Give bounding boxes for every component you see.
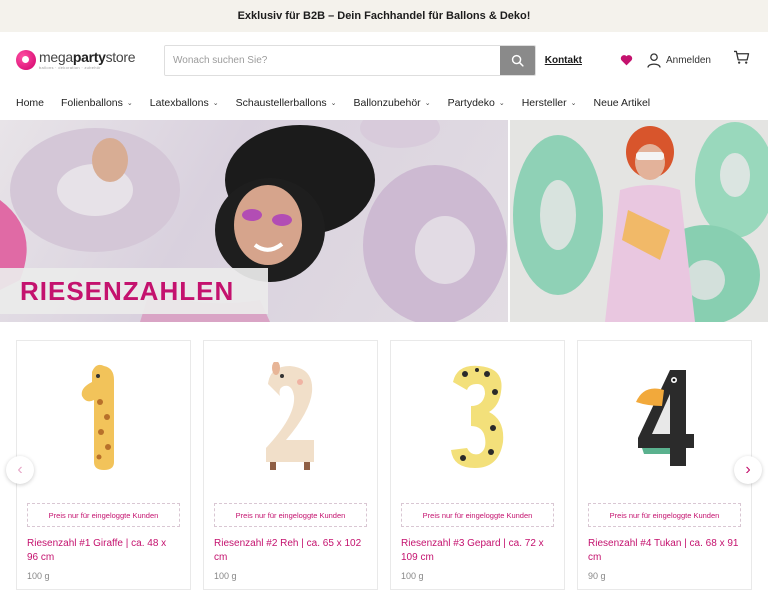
price-login-note[interactable]: Preis nur für eingeloggte Kunden — [401, 503, 554, 527]
announcement-bar: Exklusiv für B2B – Dein Fachhandel für B… — [0, 0, 768, 32]
product-card[interactable]: Preis nur für eingeloggte Kunden Riesenz… — [203, 340, 378, 590]
product-title[interactable]: Riesenzahl #4 Tukan | ca. 68 x 91 cm — [588, 537, 741, 565]
main-nav: Home Folienballons ⌄ Latexballons ⌄ Schaus… — [0, 88, 768, 118]
logo-balloon-icon — [16, 50, 36, 70]
chevron-down-icon: ⌄ — [330, 100, 337, 107]
chevron-left-icon: ‹ — [17, 461, 23, 478]
search-button[interactable] — [500, 46, 535, 75]
nav-item-neue-artikel[interactable]: Neue Artikel — [594, 97, 651, 109]
hero-banner[interactable]: RIESENZAHLEN — [0, 120, 768, 322]
product-card[interactable]: Preis nur für eingeloggte Kunden Riesenz… — [577, 340, 752, 590]
chevron-down-icon: ⌄ — [570, 100, 577, 107]
search-bar — [164, 45, 536, 76]
price-login-note[interactable]: Preis nur für eingeloggte Kunden — [588, 503, 741, 527]
product-card[interactable]: Preis nur für eingeloggte Kunden Riesenz… — [16, 340, 191, 590]
chevron-down-icon: ⌄ — [424, 100, 431, 107]
carousel-next-button[interactable]: › — [734, 456, 762, 484]
contact-link[interactable]: Kontakt — [545, 55, 582, 66]
product-title[interactable]: Riesenzahl #2 Reh | ca. 65 x 102 cm — [214, 537, 367, 565]
nav-item-partydeko[interactable]: Partydeko ⌄ — [448, 97, 505, 109]
product-card[interactable]: Preis nur für eingeloggte Kunden Riesenz… — [390, 340, 565, 590]
carousel-prev-button[interactable]: ‹ — [6, 456, 34, 484]
product-weight: 90 g — [588, 571, 606, 581]
nav-item-hersteller[interactable]: Hersteller ⌄ — [522, 97, 577, 109]
logo-wordmark: megapartystore — [39, 49, 136, 65]
product-weight: 100 g — [27, 571, 50, 581]
chevron-right-icon: › — [745, 461, 751, 478]
wishlist-heart-icon[interactable] — [620, 54, 633, 66]
product-image[interactable] — [17, 341, 190, 493]
nav-item-folienballons[interactable]: Folienballons ⌄ — [61, 97, 133, 109]
chevron-down-icon: ⌄ — [126, 100, 133, 107]
product-title[interactable]: Riesenzahl #3 Gepard | ca. 72 x 109 cm — [401, 537, 554, 565]
nav-item-home[interactable]: Home — [16, 97, 44, 109]
hero-image-left: RIESENZAHLEN — [0, 120, 508, 322]
product-weight: 100 g — [214, 571, 237, 581]
announcement-text: Exklusiv für B2B – Dein Fachhandel für B… — [237, 10, 531, 22]
product-image[interactable] — [578, 341, 751, 493]
chevron-down-icon: ⌄ — [498, 100, 505, 107]
search-input[interactable] — [165, 46, 500, 75]
price-login-note[interactable]: Preis nur für eingeloggte Kunden — [27, 503, 180, 527]
login-label: Anmelden — [665, 54, 711, 66]
product-title[interactable]: Riesenzahl #1 Giraffe | ca. 48 x 96 cm — [27, 537, 180, 565]
nav-item-ballonzubehoer[interactable]: Ballonzubehör ⌄ — [354, 97, 431, 109]
hero-image-right — [510, 120, 768, 322]
product-carousel: Preis nur für eingeloggte Kunden Riesenz… — [16, 340, 752, 590]
nav-item-latexballons[interactable]: Latexballons ⌄ — [150, 97, 219, 109]
login-link[interactable]: Anmelden — [647, 52, 711, 68]
price-login-note[interactable]: Preis nur für eingeloggte Kunden — [214, 503, 367, 527]
cart-icon[interactable] — [733, 50, 750, 70]
chevron-down-icon: ⌄ — [212, 100, 219, 107]
search-icon — [511, 54, 524, 67]
logo[interactable]: megapartystore ballons · dekoration · zu… — [16, 50, 164, 70]
product-image[interactable] — [391, 341, 564, 493]
product-weight: 100 g — [401, 571, 424, 581]
user-icon — [647, 52, 661, 68]
product-image[interactable] — [204, 341, 377, 493]
site-header: megapartystore ballons · dekoration · zu… — [0, 32, 768, 88]
logo-tagline: ballons · dekoration · zubehör — [39, 65, 101, 70]
hero-headline: RIESENZAHLEN — [0, 268, 268, 314]
nav-item-schaustellerballons[interactable]: Schaustellerballons ⌄ — [236, 97, 337, 109]
